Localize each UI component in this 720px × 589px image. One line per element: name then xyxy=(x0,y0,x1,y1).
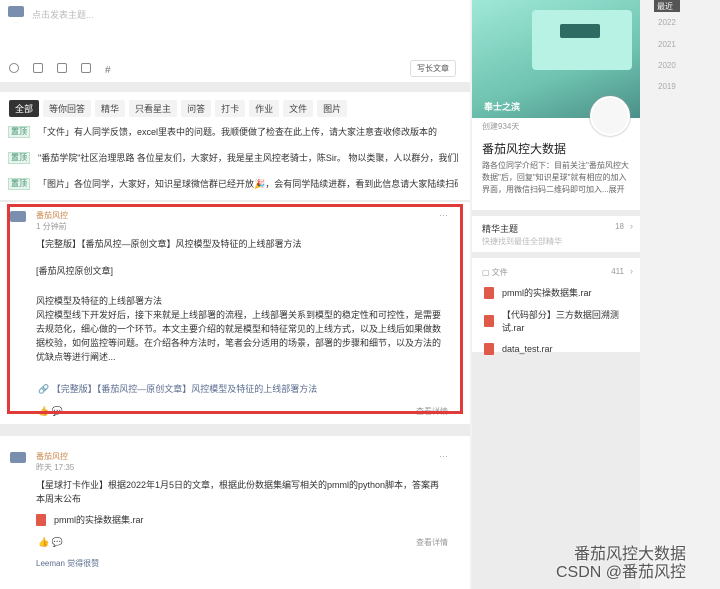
year-2019[interactable]: 2019 xyxy=(652,82,682,91)
featured-sub: 快捷找到最佳全部精华 xyxy=(482,237,562,246)
year-2022[interactable]: 2022 xyxy=(652,18,682,27)
file-name: 【代码部分】三方数据回溯测试.rar xyxy=(501,310,619,333)
article-link[interactable]: 🔗 【完整版】【番茄风控—原创文章】风控模型及特征的上线部署方法 xyxy=(38,382,317,395)
long-article-button[interactable]: 写长文章 xyxy=(410,60,456,77)
detail-link-2[interactable]: 查看详情 xyxy=(416,537,448,548)
hashtag-icon[interactable]: # xyxy=(105,65,111,76)
link-icon: 🔗 xyxy=(38,384,52,394)
user-avatar xyxy=(8,6,24,17)
post-time-2: 昨天 17:35 xyxy=(36,463,75,472)
watermark: 番茄风控大数据 CSDN @番茄风控 xyxy=(556,546,687,581)
owner-avatar[interactable] xyxy=(590,96,630,136)
created-days: 创建934天 xyxy=(482,122,520,131)
files-title-text: 文件 xyxy=(491,268,508,277)
tab-0[interactable]: 全部 xyxy=(9,100,40,117)
post-body: 风控模型线下开发好后，接下来就是上线部署的流程，上线部署关系到模型的稳定性和可控… xyxy=(36,310,442,362)
files-count: 411 xyxy=(611,267,624,276)
file-item[interactable]: data_test.rar xyxy=(484,343,640,355)
post-title: 【完整版】【番茄风控—原创文章】风控模型及特征的上线部署方法 xyxy=(36,239,302,249)
post-card-2: 番茄风控 昨天 17:35 ··· 【星球打卡作业】根据2022年1月5日的文章… xyxy=(0,436,470,589)
file-icon xyxy=(484,315,494,327)
banner-text: 奉士之滨 xyxy=(484,102,521,112)
tabs-card: 全部 等你回答 精华 只看星主 问答 打卡 作业 文件 图片 置顶 「文件」有人同学反馈，exce… xyxy=(0,92,470,200)
like-icon-2[interactable]: 👍 💬 xyxy=(38,537,63,548)
pinned-item[interactable]: "番茄学院"社区治理思路 各位星友们，大家好，我是星主风控老骑士，陈Sir。 物… xyxy=(38,151,458,164)
featured-title: 精华主题 xyxy=(482,224,519,234)
group-desc: 路各位同学介绍下：目前关注"番茄风控大数据"后，回复"知识星球"就有相应的加入界… xyxy=(482,161,629,194)
composer-input[interactable]: 点击发表主题... xyxy=(32,8,94,21)
group-name: 番茄风控大数据 xyxy=(482,142,567,156)
tab-1[interactable]: 等你回答 xyxy=(43,100,92,117)
group-info: 创建934天 番茄风控大数据 路各位同学介绍下：目前关注"番茄风控大数据"后，回… xyxy=(472,96,640,210)
detail-link[interactable]: 查看详情 xyxy=(416,406,448,417)
year-2020[interactable]: 2020 xyxy=(652,61,682,70)
chevron-right-icon: › xyxy=(630,221,633,231)
featured-count: 18 xyxy=(615,222,624,231)
pinned-item[interactable]: 「文件」有人同学反馈，excel里表中的问题。我顺便做了检查在此上传，请大家注意… xyxy=(38,125,458,138)
image-icon[interactable] xyxy=(33,63,43,73)
video-icon[interactable] xyxy=(81,63,91,73)
author-name-2[interactable]: 番茄风控 xyxy=(36,451,68,462)
file-name: pmml的实操数据集.rar xyxy=(502,288,592,298)
year-recent[interactable]: 最近 xyxy=(654,0,680,12)
sidebar: 奉士之滨 创建934天 番茄风控大数据 路各位同学介绍下：目前关注"番茄风控大数… xyxy=(472,0,640,589)
post-time: 1 分钟前 xyxy=(36,222,67,231)
tab-6[interactable]: 作业 xyxy=(249,100,280,117)
file-icon xyxy=(36,513,46,526)
pinned-tag: 置顶 xyxy=(8,152,30,164)
pinned-tag: 置顶 xyxy=(8,126,30,138)
file-item[interactable]: 【代码部分】三方数据回溯测试.rar xyxy=(484,308,640,334)
tab-8[interactable]: 图片 xyxy=(317,100,348,117)
more-icon[interactable]: ··· xyxy=(439,210,448,220)
file-item[interactable]: pmml的实操数据集.rar xyxy=(484,286,640,299)
post-text-2: 【星球打卡作业】根据2022年1月5日的文章，根据此份数据集编写相关的pmml的… xyxy=(36,480,440,504)
file-icon xyxy=(484,286,494,299)
author-avatar xyxy=(10,211,26,222)
featured-section[interactable]: 精华主题 18 › 快捷找到最佳全部精华 xyxy=(472,216,640,252)
file-name: data_test.rar xyxy=(502,344,553,354)
post-card: 番茄风控 1 分钟前 ··· 【完整版】【番茄风控—原创文章】风控模型及特征的上… xyxy=(0,202,470,424)
composer-card: 点击发表主题... # 写长文章 xyxy=(0,0,470,82)
more-icon-2[interactable]: ··· xyxy=(439,451,448,461)
files-title: ▢ 文件 xyxy=(482,268,508,277)
file-icon xyxy=(484,343,494,355)
tab-2[interactable]: 精华 xyxy=(95,100,126,117)
doc-icon[interactable] xyxy=(57,63,67,73)
feed: 点击发表主题... # 写长文章 全部 等你回答 精华 只看星主 问答 打卡 作业 文件 图片 … xyxy=(0,0,470,589)
post-sub: [番茄风控原创文章] xyxy=(36,266,114,276)
tab-7[interactable]: 文件 xyxy=(283,100,314,117)
pinned-tag: 置顶 xyxy=(8,178,30,190)
article-link-text: 【完整版】【番茄风控—原创文章】风控模型及特征的上线部署方法 xyxy=(51,384,318,394)
tab-5[interactable]: 打卡 xyxy=(215,100,246,117)
year-2021[interactable]: 2021 xyxy=(652,40,682,49)
filter-tabs: 全部 等你回答 精华 只看星主 问答 打卡 作业 文件 图片 xyxy=(9,100,351,117)
composer-tools: # xyxy=(9,63,111,76)
files-section: ▢ 文件 411 › pmml的实操数据集.rar 【代码部分】三方数据回溯测试.… xyxy=(472,258,640,355)
tab-3[interactable]: 只看星主 xyxy=(129,100,178,117)
tab-4[interactable]: 问答 xyxy=(181,100,212,117)
author-avatar-2 xyxy=(10,452,26,463)
attachment-name: pmml的实操数据集.rar xyxy=(54,515,144,525)
attachment[interactable]: pmml的实操数据集.rar xyxy=(36,513,144,526)
emoji-icon[interactable] xyxy=(9,63,19,73)
chevron-right-icon-2[interactable]: › xyxy=(630,266,633,276)
likers: Leeman 觉得很赞 xyxy=(36,559,100,568)
post-heading: 风控模型及特征的上线部署方法 xyxy=(36,296,163,306)
like-icon[interactable]: 👍 💬 xyxy=(38,406,63,417)
files-list: pmml的实操数据集.rar 【代码部分】三方数据回溯测试.rar data_tes… xyxy=(484,286,640,364)
pinned-item[interactable]: 「图片」各位同学，大家好，知识星球微信群已经开放🎉，会有同学陆续进群，看到此信息… xyxy=(38,177,458,190)
author-name[interactable]: 番茄风控 xyxy=(36,210,68,221)
